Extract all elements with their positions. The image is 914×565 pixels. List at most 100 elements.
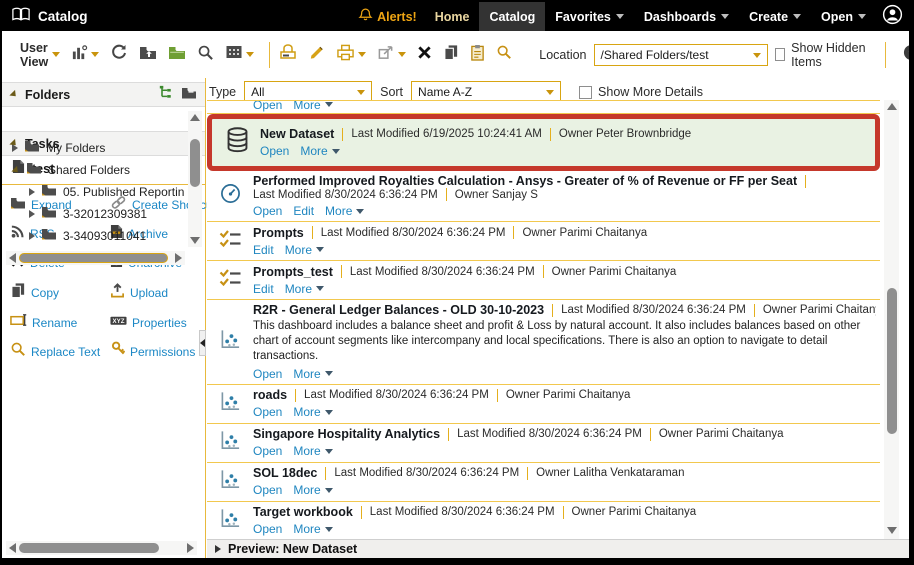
- folders-vertical-scrollbar[interactable]: [188, 111, 202, 247]
- scrollbar-thumb[interactable]: [19, 253, 168, 263]
- delete-item-button[interactable]: [417, 45, 432, 65]
- up-folder-button[interactable]: [139, 45, 157, 65]
- list-item-sol-18dec[interactable]: SOL 18decLast Modified 8/30/2024 6:36:24…: [207, 463, 880, 502]
- list-item-target-workbook[interactable]: Target workbookLast Modified 8/30/2024 6…: [207, 502, 880, 540]
- action-link-open[interactable]: Open: [260, 144, 289, 158]
- action-link-open[interactable]: Open: [253, 405, 282, 419]
- nav-item-home[interactable]: Home: [425, 2, 480, 31]
- collapsed-triangle-icon[interactable]: [29, 232, 35, 240]
- task-link-copy[interactable]: Copy: [10, 282, 108, 304]
- list-item-singapore-hospitality-analytics[interactable]: Singapore Hospitality AnalyticsLast Modi…: [207, 424, 880, 463]
- action-link-open[interactable]: Open: [253, 483, 282, 497]
- scroll-up-arrow[interactable]: [190, 114, 200, 121]
- folder-icon[interactable]: [181, 86, 197, 104]
- separator: [446, 188, 447, 201]
- sidebar-collapse-handle[interactable]: [199, 330, 206, 356]
- action-link-more[interactable]: More: [293, 101, 332, 112]
- show-more-details-checkbox[interactable]: Show More Details: [579, 85, 703, 99]
- task-link-replace-text[interactable]: Replace Text: [10, 341, 108, 362]
- action-link-more[interactable]: More: [300, 144, 339, 158]
- new-folder-button[interactable]: [168, 45, 186, 65]
- folder-tree-item-my-folders[interactable]: My Folders: [2, 137, 184, 159]
- list-item-r2r-general-ledger-balances-old-30-10-2023[interactable]: R2R - General Ledger Balances - OLD 30-1…: [207, 300, 880, 385]
- collapsed-triangle-icon[interactable]: [29, 210, 35, 218]
- quick-search-button[interactable]: [496, 44, 512, 65]
- action-link-edit[interactable]: Edit: [253, 282, 274, 296]
- action-link-open[interactable]: Open: [253, 444, 282, 458]
- task-link-rename[interactable]: Rename: [10, 313, 108, 332]
- action-link-open[interactable]: Open: [253, 204, 282, 218]
- list-item-prompts-test[interactable]: Prompts_testLast Modified 8/30/2024 6:36…: [207, 261, 880, 300]
- action-link-more[interactable]: More: [285, 282, 324, 296]
- scroll-right-arrow[interactable]: [187, 543, 194, 553]
- folders-panel-header[interactable]: Folders: [2, 82, 205, 107]
- open-item-button[interactable]: [279, 44, 297, 65]
- alerts-button[interactable]: Alerts!: [350, 2, 425, 31]
- list-item-roads[interactable]: roadsLast Modified 8/30/2024 6:36:24 PMO…: [207, 385, 880, 424]
- separator: [325, 467, 326, 480]
- folder-tree-item-shared-folders[interactable]: Shared Folders: [2, 159, 184, 181]
- export-button[interactable]: [377, 44, 406, 66]
- nav-item-favorites[interactable]: Favorites: [545, 2, 634, 31]
- action-link-open[interactable]: Open: [253, 367, 282, 381]
- edit-item-button[interactable]: [308, 44, 325, 66]
- search-button[interactable]: [197, 44, 214, 66]
- folder-label: Shared Folders: [48, 163, 130, 177]
- action-link-edit[interactable]: Edit: [253, 243, 274, 257]
- item-title-line: SOL 18decLast Modified 8/30/2024 6:36:24…: [253, 466, 876, 480]
- action-link-more[interactable]: More: [285, 243, 324, 257]
- task-link-upload[interactable]: Upload: [110, 282, 216, 304]
- scrollbar-thumb[interactable]: [190, 139, 200, 187]
- nav-item-create[interactable]: Create: [739, 2, 811, 31]
- action-link-more[interactable]: More: [293, 367, 332, 381]
- view-options-button[interactable]: [225, 44, 254, 65]
- scroll-left-arrow[interactable]: [9, 253, 16, 263]
- help-button[interactable]: ?: [903, 44, 909, 66]
- folder-tree-item-3-34093011041[interactable]: 3-34093011041: [2, 225, 184, 247]
- print-button[interactable]: [336, 44, 366, 66]
- list-item-new-dataset[interactable]: New DatasetLast Modified 6/19/2025 10:24…: [207, 114, 880, 171]
- nav-item-dashboards[interactable]: Dashboards: [634, 2, 739, 31]
- user-avatar-button[interactable]: [882, 4, 903, 30]
- scroll-up-arrow[interactable]: [887, 103, 897, 110]
- preview-bar[interactable]: Preview: New Dataset: [207, 539, 909, 558]
- scroll-right-arrow[interactable]: [175, 253, 182, 263]
- nav-item-catalog[interactable]: Catalog: [479, 2, 545, 31]
- refresh-button[interactable]: [110, 43, 128, 66]
- folders-horizontal-scrollbar[interactable]: [6, 251, 185, 265]
- action-link-edit[interactable]: Edit: [293, 204, 314, 218]
- item-action-links: Open More: [260, 144, 871, 158]
- action-link-more[interactable]: More: [293, 444, 332, 458]
- item-owner: Owner Lalitha Venkataraman: [536, 467, 684, 479]
- action-link-open[interactable]: Open: [253, 101, 282, 112]
- list-item-prompts[interactable]: PromptsLast Modified 8/30/2024 6:36:24 P…: [207, 222, 880, 261]
- item-modified: Last Modified 8/30/2024 6:36:24 PM: [253, 189, 438, 201]
- action-link-label: More: [300, 144, 327, 158]
- change-list-view-button[interactable]: [71, 44, 99, 66]
- action-link-more[interactable]: More: [293, 405, 332, 419]
- user-view-menu-button[interactable]: User View: [20, 41, 60, 69]
- copy-item-button[interactable]: [443, 44, 459, 66]
- sidebar-horizontal-scrollbar[interactable]: [6, 541, 197, 555]
- action-link-open[interactable]: Open: [253, 522, 282, 536]
- scrollbar-thumb[interactable]: [19, 543, 159, 553]
- action-link-more[interactable]: More: [325, 204, 364, 218]
- tree-view-icon[interactable]: [158, 85, 173, 104]
- scroll-down-arrow[interactable]: [190, 237, 200, 244]
- location-dropdown[interactable]: /Shared Folders/test: [594, 44, 768, 66]
- action-link-more[interactable]: More: [293, 483, 332, 497]
- scroll-left-arrow[interactable]: [9, 543, 16, 553]
- paste-item-button[interactable]: [470, 44, 485, 66]
- folder-label: 3-34093011041: [63, 229, 146, 243]
- folder-tree-item-05-published-reportin[interactable]: 05. Published Reportin: [2, 181, 184, 203]
- folder-tree-item-3-32012309381[interactable]: 3-32012309381: [2, 203, 184, 225]
- list-item-performed-improved-royalties-calculation-ansys-greater-of-of-revenue-or-ff-per-seat[interactable]: Performed Improved Royalties Calculation…: [207, 171, 880, 222]
- collapsed-triangle-icon[interactable]: [29, 188, 35, 196]
- list-vertical-scrollbar[interactable]: [884, 100, 899, 540]
- scroll-down-arrow[interactable]: [887, 527, 897, 534]
- nav-item-open[interactable]: Open: [811, 2, 876, 31]
- show-hidden-items-checkbox[interactable]: Show Hidden Items: [775, 41, 875, 69]
- scrollbar-thumb[interactable]: [887, 288, 897, 434]
- action-link-more[interactable]: More: [293, 522, 332, 536]
- expanded-triangle-icon[interactable]: [11, 165, 20, 174]
